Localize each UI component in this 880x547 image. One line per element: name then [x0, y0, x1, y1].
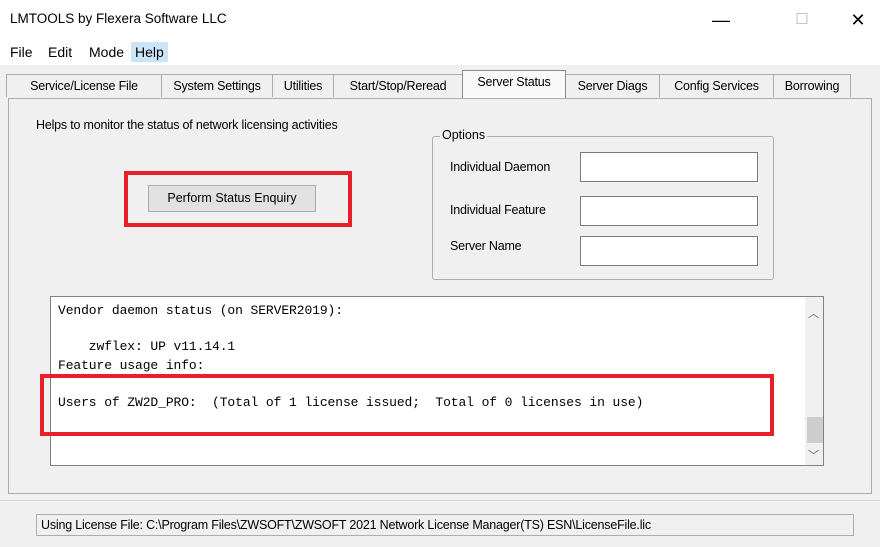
menu-edit[interactable]: Edit: [44, 42, 76, 62]
tab-server-diags[interactable]: Server Diags: [565, 74, 660, 97]
highlight-box: [40, 374, 774, 436]
output-line: Feature usage info:: [58, 358, 205, 373]
tab-strip: Service/License File System Settings Uti…: [0, 68, 880, 98]
menu-mode[interactable]: Mode: [85, 42, 128, 62]
tab-borrowing[interactable]: Borrowing: [773, 74, 851, 97]
menu-bar: File Edit Mode Help: [0, 38, 880, 65]
options-legend: Options: [440, 128, 488, 142]
menu-file[interactable]: File: [6, 42, 37, 62]
tab-config-services[interactable]: Config Services: [659, 74, 774, 97]
individual-daemon-label: Individual Daemon: [450, 160, 551, 174]
individual-daemon-input[interactable]: [580, 152, 758, 182]
help-text: Helps to monitor the status of network l…: [36, 118, 338, 132]
individual-feature-label: Individual Feature: [450, 203, 546, 217]
divider: [0, 500, 880, 501]
tab-server-status[interactable]: Server Status: [462, 70, 566, 98]
output-line: zwflex: UP v11.14.1: [58, 339, 236, 354]
maximize-icon[interactable]: ☐: [780, 6, 824, 34]
tab-service-license-file[interactable]: Service/License File: [6, 74, 162, 97]
tab-start-stop-reread[interactable]: Start/Stop/Reread: [333, 74, 463, 97]
title-bar: LMTOOLS by Flexera Software LLC — ☐ ✕: [0, 0, 880, 38]
server-name-input[interactable]: [580, 236, 758, 266]
output-line: Vendor daemon status (on SERVER2019):: [58, 303, 343, 318]
status-bar: Using License File: C:\Program Files\ZWS…: [36, 514, 854, 536]
server-name-label: Server Name: [450, 239, 522, 253]
tab-system-settings[interactable]: System Settings: [161, 74, 273, 97]
tab-utilities[interactable]: Utilities: [272, 74, 334, 97]
individual-feature-input[interactable]: [580, 196, 758, 226]
window-title: LMTOOLS by Flexera Software LLC: [10, 11, 227, 26]
scroll-up-icon[interactable]: ︿: [808, 305, 819, 321]
highlight-box: [124, 171, 352, 227]
output-scrollbar[interactable]: ︿ ﹀: [805, 297, 823, 465]
scroll-down-icon[interactable]: ﹀: [808, 447, 819, 463]
close-icon[interactable]: ✕: [836, 6, 880, 34]
scroll-thumb[interactable]: [807, 417, 823, 443]
minimize-icon[interactable]: —: [699, 6, 743, 34]
lmtools-window: LMTOOLS by Flexera Software LLC — ☐ ✕ Fi…: [0, 0, 880, 547]
menu-help[interactable]: Help: [131, 42, 168, 62]
